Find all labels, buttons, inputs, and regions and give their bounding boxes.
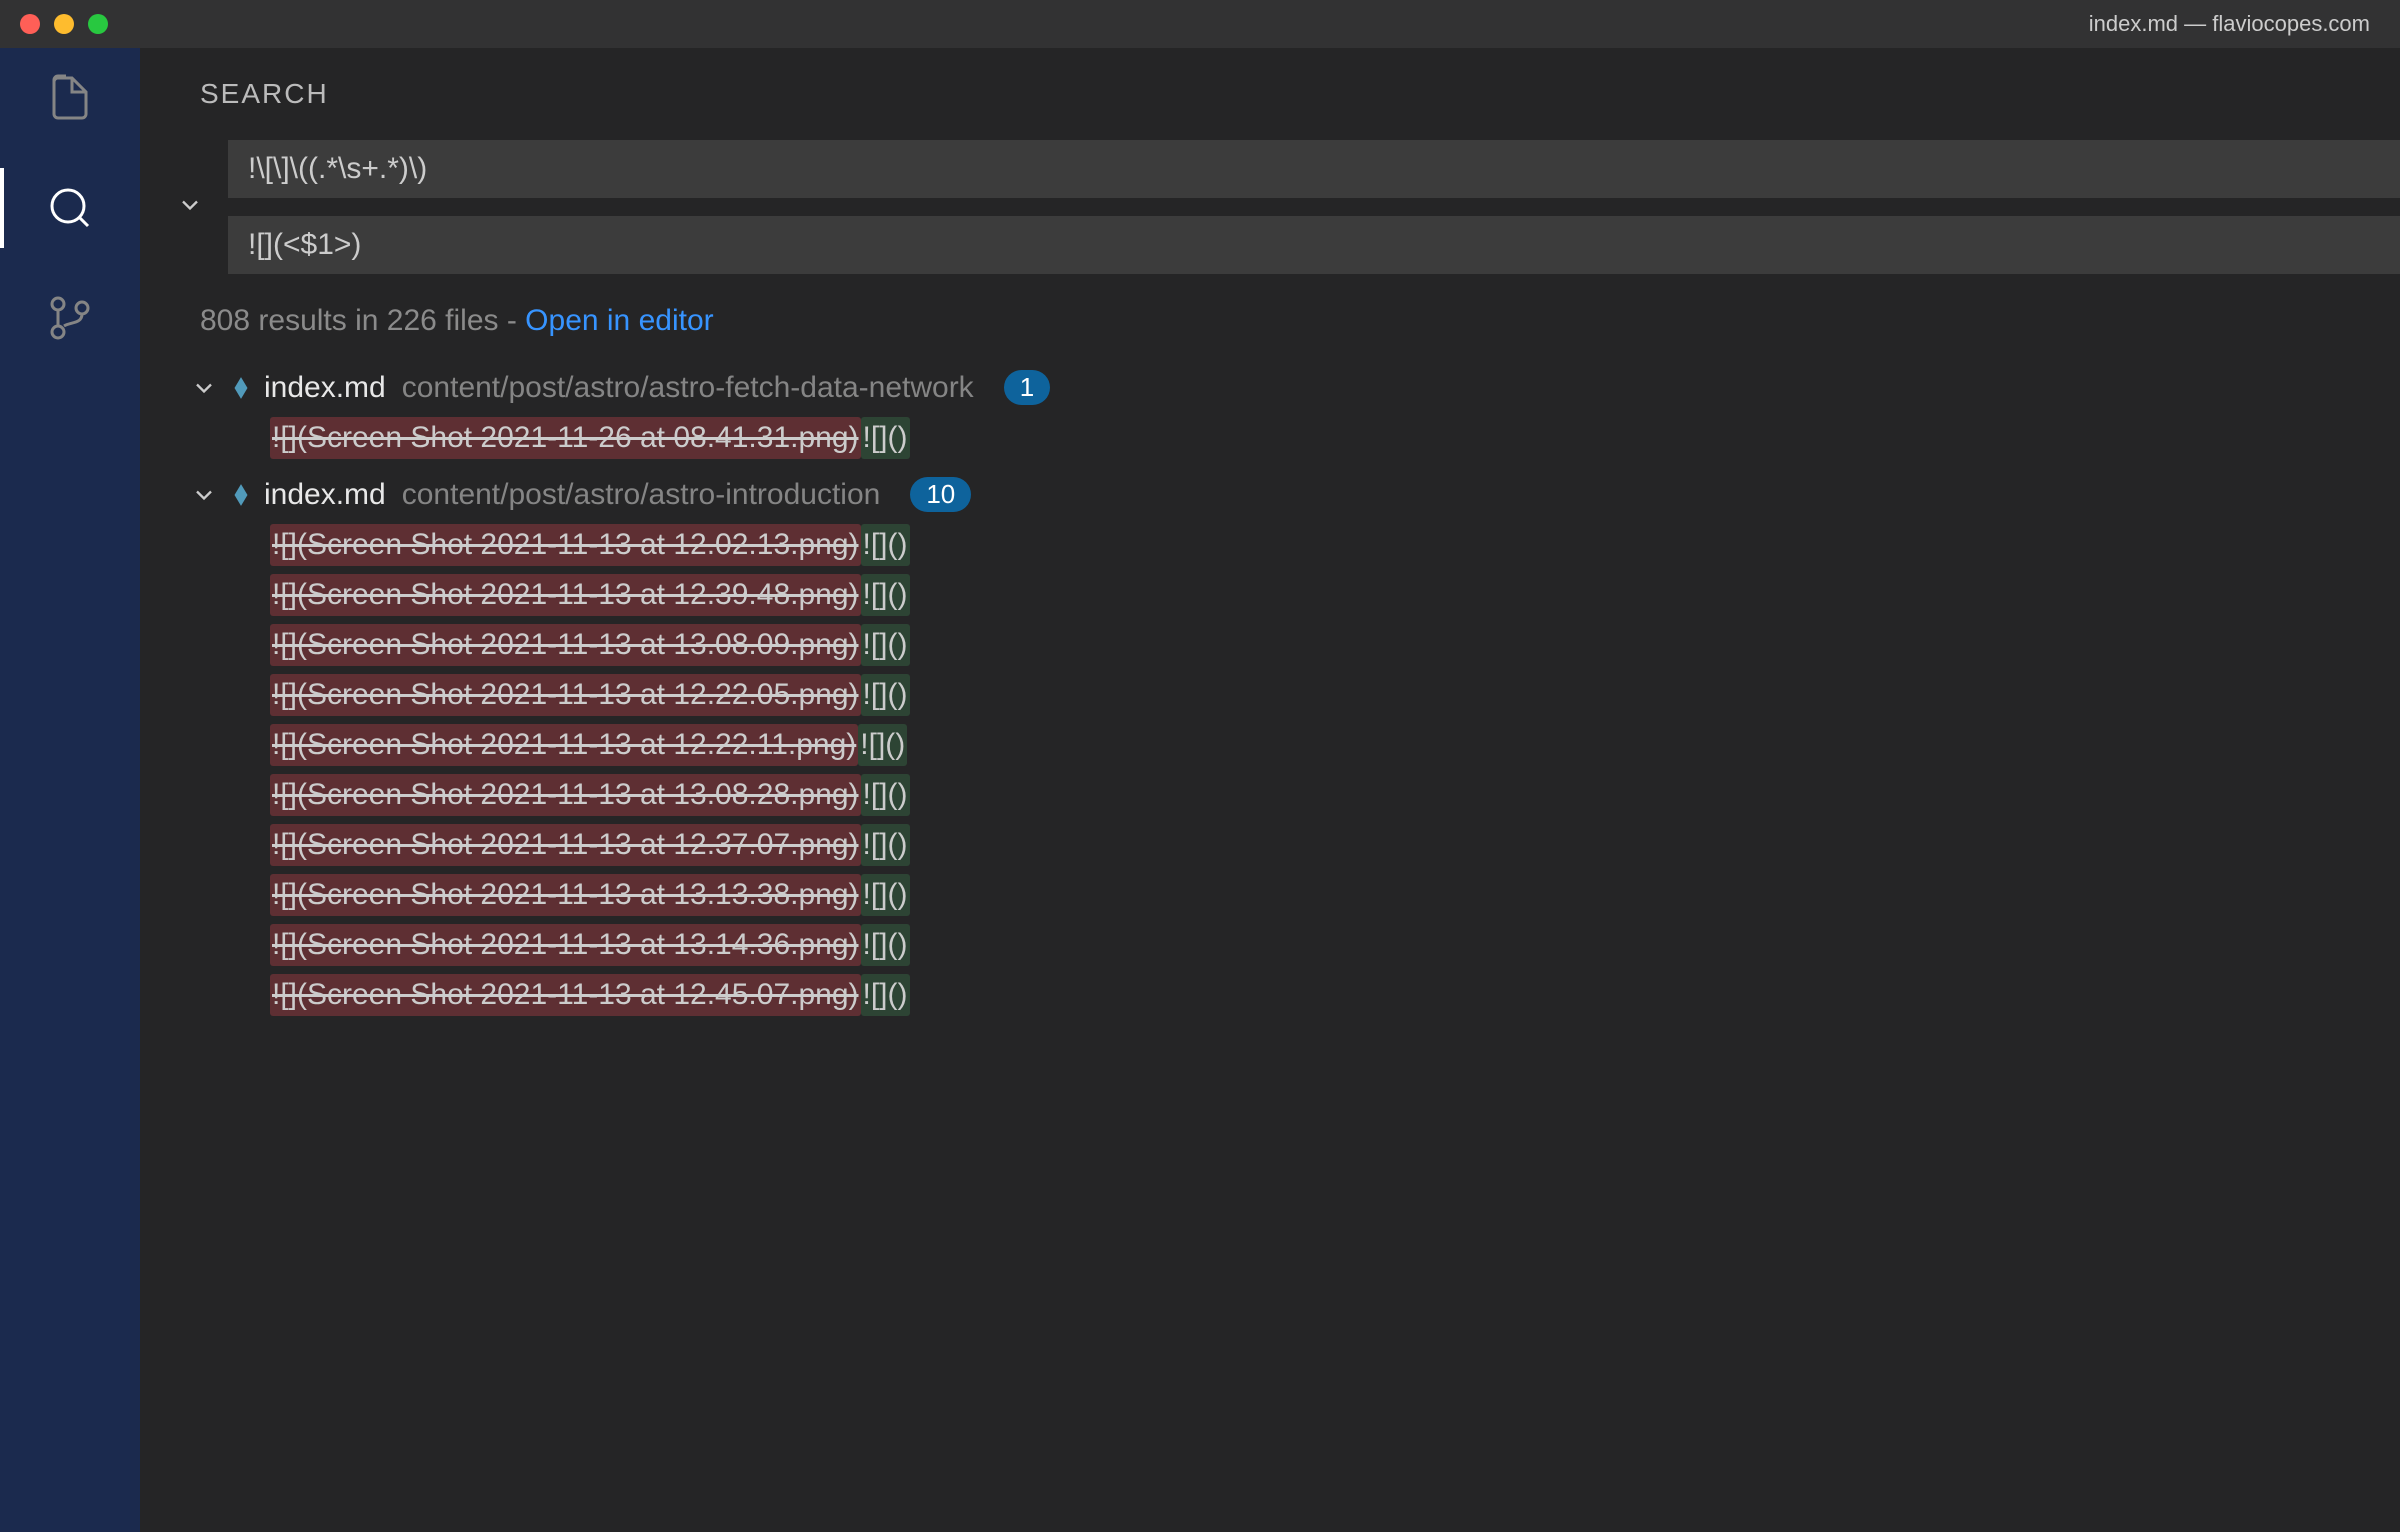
files-icon: [46, 74, 94, 122]
match-line[interactable]: ![](Screen Shot 2021-11-13 at 13.14.36.p…: [170, 920, 2370, 970]
match-removed: ![](Screen Shot 2021-11-13 at 12.22.11.p…: [270, 724, 858, 766]
match-added: ![](): [861, 624, 910, 666]
window-title: index.md — flaviocopes.com: [2089, 11, 2370, 37]
chevron-down-icon: [176, 191, 204, 219]
search-tab[interactable]: [40, 178, 100, 238]
activity-bar: [0, 48, 140, 1532]
match-removed: ![](Screen Shot 2021-11-13 at 13.14.36.p…: [270, 924, 861, 966]
match-line[interactable]: ![](Screen Shot 2021-11-13 at 13.08.09.p…: [170, 620, 2370, 670]
match-added: ![](): [861, 524, 910, 566]
match-added: ![](): [861, 924, 910, 966]
replace-input[interactable]: [228, 216, 2400, 274]
match-line[interactable]: ![](Screen Shot 2021-11-13 at 12.22.05.p…: [170, 670, 2370, 720]
match-removed: ![](Screen Shot 2021-11-13 at 12.37.07.p…: [270, 824, 861, 866]
chevron-down-icon: [190, 481, 218, 509]
match-line[interactable]: ![](Screen Shot 2021-11-13 at 12.02.13.p…: [170, 520, 2370, 570]
file-name: index.md: [264, 478, 386, 512]
match-removed: ![](Screen Shot 2021-11-13 at 12.22.05.p…: [270, 674, 861, 716]
match-line[interactable]: ![](Screen Shot 2021-11-13 at 12.37.07.p…: [170, 820, 2370, 870]
match-added: ![](): [861, 824, 910, 866]
window-controls: [20, 14, 108, 34]
match-added: ![](): [861, 574, 910, 616]
search-panel: SEARCH 808 results in 226 files - Open i…: [140, 48, 2400, 1532]
git-branch-icon: [46, 294, 94, 342]
match-removed: ![](Screen Shot 2021-11-13 at 13.08.09.p…: [270, 624, 861, 666]
file-header[interactable]: index.md content/post/astro/astro-introd…: [170, 469, 2370, 520]
match-line[interactable]: ![](Screen Shot 2021-11-26 at 08.41.31.p…: [170, 413, 2370, 463]
file-path: content/post/astro/astro-introduction: [402, 478, 881, 512]
match-line[interactable]: ![](Screen Shot 2021-11-13 at 12.39.48.p…: [170, 570, 2370, 620]
explorer-tab[interactable]: [40, 68, 100, 128]
match-added: ![](): [861, 974, 910, 1016]
match-added: ![](): [858, 724, 907, 766]
results-count-text: 808 results in 226 files -: [200, 304, 525, 337]
match-removed: ![](Screen Shot 2021-11-13 at 12.02.13.p…: [270, 524, 861, 566]
match-removed: ![](Screen Shot 2021-11-26 at 08.41.31.p…: [270, 417, 861, 459]
match-line[interactable]: ![](Screen Shot 2021-11-13 at 13.08.28.p…: [170, 770, 2370, 820]
open-in-editor-link[interactable]: Open in editor: [525, 304, 713, 337]
markdown-file-icon: [228, 375, 254, 401]
match-removed: ![](Screen Shot 2021-11-13 at 13.08.28.p…: [270, 774, 861, 816]
chevron-down-icon: [190, 374, 218, 402]
match-line[interactable]: ![](Screen Shot 2021-11-13 at 12.22.11.p…: [170, 720, 2370, 770]
match-added: ![](): [861, 874, 910, 916]
match-count-badge: 10: [910, 477, 971, 512]
match-line[interactable]: ![](Screen Shot 2021-11-13 at 12.45.07.p…: [170, 970, 2370, 1020]
results-summary: 808 results in 226 files - Open in edito…: [140, 304, 2400, 362]
match-removed: ![](Screen Shot 2021-11-13 at 12.39.48.p…: [270, 574, 861, 616]
match-added: ![](): [861, 674, 910, 716]
file-header[interactable]: index.md content/post/astro/astro-fetch-…: [170, 362, 2370, 413]
titlebar: index.md — flaviocopes.com: [0, 0, 2400, 48]
match-added: ![](): [861, 774, 910, 816]
source-control-tab[interactable]: [40, 288, 100, 348]
close-button[interactable]: [20, 14, 40, 34]
search-icon: [46, 184, 94, 232]
match-line[interactable]: ![](Screen Shot 2021-11-13 at 13.13.38.p…: [170, 870, 2370, 920]
match-added: ![](): [861, 417, 910, 459]
markdown-file-icon: [228, 482, 254, 508]
panel-title: SEARCH: [140, 78, 2400, 140]
file-group: index.md content/post/astro/astro-fetch-…: [170, 362, 2370, 463]
match-count-badge: 1: [1004, 370, 1050, 405]
search-input[interactable]: [228, 140, 2400, 198]
file-path: content/post/astro/astro-fetch-data-netw…: [402, 371, 974, 405]
file-name: index.md: [264, 371, 386, 405]
maximize-button[interactable]: [88, 14, 108, 34]
match-removed: ![](Screen Shot 2021-11-13 at 13.13.38.p…: [270, 874, 861, 916]
file-group: index.md content/post/astro/astro-introd…: [170, 469, 2370, 1020]
minimize-button[interactable]: [54, 14, 74, 34]
toggle-replace-button[interactable]: [170, 140, 210, 270]
results-tree[interactable]: index.md content/post/astro/astro-fetch-…: [140, 362, 2400, 1532]
match-removed: ![](Screen Shot 2021-11-13 at 12.45.07.p…: [270, 974, 861, 1016]
